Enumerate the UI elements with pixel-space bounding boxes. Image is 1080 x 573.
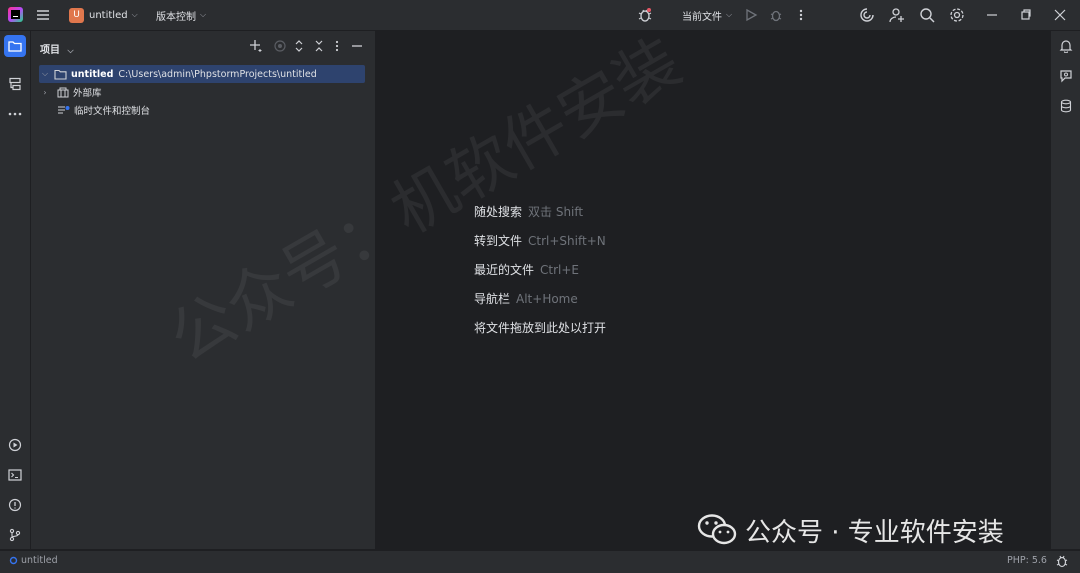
problems-tool-button[interactable] [4,494,26,516]
more-tools-button[interactable] [4,103,26,125]
notifications-bell-icon[interactable] [1056,36,1076,56]
project-panel: 项目 ⌵ ⌵ untitled C:\Users\admin\PhpstormP… [31,31,376,549]
restore-window-icon[interactable] [1020,7,1032,23]
vcs-menu[interactable]: 版本控制 ⌵ [156,0,206,30]
project-ring-icon [9,556,18,565]
close-window-icon[interactable] [1054,7,1066,23]
chevron-right-icon[interactable]: › [39,88,51,97]
hint-recent-files: 最近的文件 Ctrl+E [474,263,580,277]
wechat-watermark: 公众号 · 专业软件安装 [697,510,1004,550]
database-icon[interactable] [1056,96,1076,116]
git-branch-icon [9,528,21,542]
add-user-icon[interactable] [889,7,905,23]
settings-gear-icon[interactable] [949,7,965,23]
ai-chat-icon[interactable] [1056,66,1076,86]
structure-icon [9,77,21,91]
wechat-watermark-text: 公众号 · 专业软件安装 [745,517,1004,548]
folder-icon [8,41,22,52]
new-file-icon[interactable] [249,39,263,53]
chevron-down-icon: ⌵ [131,10,138,19]
right-tool-strip [1050,31,1080,549]
title-bar: U untitled ⌵ 版本控制 ⌵ 当前文件 ⌵ [0,0,1080,31]
git-tool-button[interactable] [4,524,26,546]
project-root-name: untitled [71,68,114,80]
tree-item-scratches[interactable]: 临时文件和控制台 [51,101,150,119]
ellipsis-icon [8,112,22,116]
minimize-window-icon[interactable] [986,7,998,23]
php-version-widget[interactable]: PHP: 5.6 [1007,555,1047,566]
phpstorm-logo-icon[interactable] [8,7,23,22]
vcs-label: 版本控制 [156,11,196,23]
expand-all-icon[interactable] [293,39,305,53]
terminal-tool-button[interactable] [4,464,26,486]
status-project-widget[interactable]: untitled [9,555,58,566]
chevron-down-icon: ⌵ [726,10,733,19]
services-tool-button[interactable] [4,434,26,456]
panel-options-icon[interactable] [333,39,341,53]
debug-icon[interactable] [768,7,784,23]
hide-panel-icon[interactable] [351,39,363,53]
chevron-down-icon[interactable]: ⌵ [39,69,51,79]
select-opened-file-icon[interactable] [273,39,287,53]
more-options-icon[interactable] [796,7,806,23]
terminal-icon [8,469,22,481]
project-panel-header[interactable]: 项目 ⌵ [40,41,74,56]
run-config-selector[interactable]: 当前文件 ⌵ [682,0,732,30]
chevron-down-icon: ⌵ [200,10,207,19]
hint-go-to-file: 转到文件 Ctrl+Shift+N [474,234,606,248]
main-menu-button[interactable] [36,0,50,30]
project-badge: U [69,7,84,23]
external-libraries-label: 外部库 [73,88,102,99]
project-tool-button[interactable] [4,35,26,57]
project-root-path: C:\Users\admin\PhpstormProjects\untitled [118,68,317,80]
status-bar: untitled PHP: 5.6 [0,550,1080,573]
scratches-icon [58,105,70,114]
tree-item-project-root[interactable]: ⌵ untitled C:\Users\admin\PhpstormProjec… [39,65,365,83]
project-panel-title: 项目 [40,45,60,56]
project-name: untitled [89,9,128,21]
editor-empty-area[interactable]: 随处搜索 双击 Shift 转到文件 Ctrl+Shift+N 最近的文件 Ctrl+… [376,31,1050,549]
collapse-all-icon[interactable] [313,39,325,53]
left-tool-strip [0,31,31,549]
inspections-bug-icon[interactable] [1055,554,1069,568]
hamburger-menu-icon [37,10,49,20]
services-icon [8,438,22,452]
hint-search-everywhere: 随处搜索 双击 Shift [474,205,584,219]
tree-item-external-libraries[interactable]: › 外部库 [39,83,102,101]
scratches-label: 临时文件和控制台 [74,106,151,117]
project-switcher[interactable]: U untitled ⌵ [69,0,138,30]
folder-icon [54,69,67,80]
status-project-name: untitled [21,555,58,566]
structure-tool-button[interactable] [4,73,26,95]
problems-icon [8,498,22,512]
search-icon[interactable] [919,7,935,23]
run-icon[interactable] [744,7,758,23]
hint-drop-files: 将文件拖放到此处以打开 [474,321,607,335]
chevron-down-icon: ⌵ [67,46,74,55]
ai-assistant-icon[interactable] [859,7,875,23]
library-icon [57,87,69,97]
wechat-logo-icon [697,514,737,545]
run-config-label: 当前文件 [682,11,722,23]
debug-bug-icon[interactable] [637,7,653,23]
hint-navigation-bar: 导航栏 Alt+Home [474,292,578,306]
